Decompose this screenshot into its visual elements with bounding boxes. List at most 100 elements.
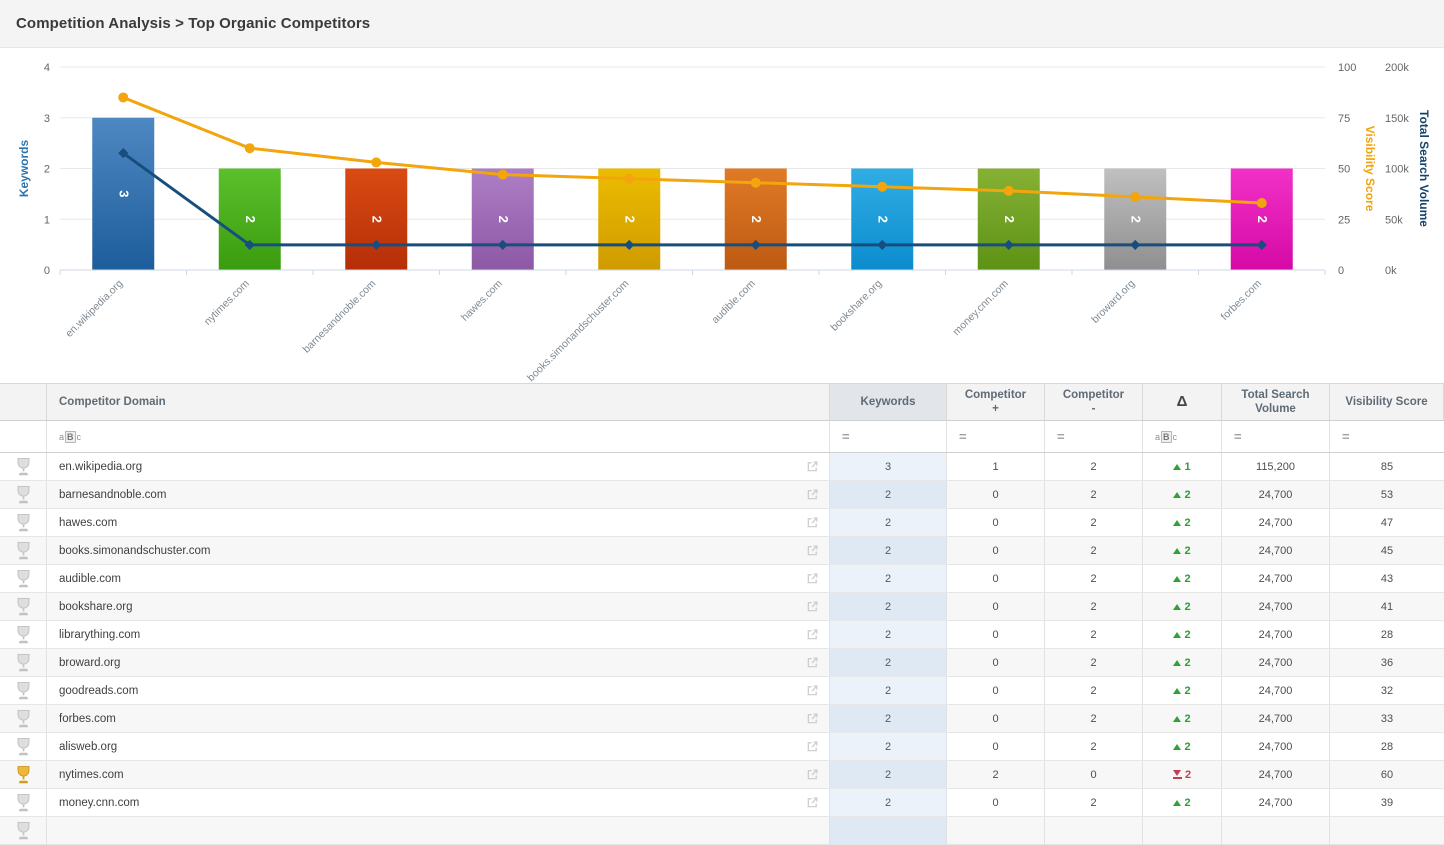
trophy-icon [15,485,32,504]
external-link-icon[interactable] [806,488,819,501]
visibility-point[interactable] [498,170,508,180]
competitor-minus-cell: 2 [1045,789,1143,816]
bar-value-label: 2 [1002,216,1017,223]
competitor-domain-cell[interactable]: nytimes.com [47,761,830,788]
header-competitor-minus[interactable]: Competitor - [1045,384,1143,420]
competitor-domain-cell[interactable]: alisweb.org [47,733,830,760]
visibility-point[interactable] [371,157,381,167]
total-search-volume-cell: 24,700 [1222,733,1330,760]
external-link-icon[interactable] [806,740,819,753]
keywords-cell: 2 [830,509,947,536]
competitor-domain-cell[interactable]: barnesandnoble.com [47,481,830,508]
competitors-chart: 0123402550751000k50k100k150k200kKeywords… [0,48,1444,383]
delta-value: 2 [1184,713,1190,725]
competitor-domain-cell[interactable]: money.cnn.com [47,789,830,816]
equals-filter-icon[interactable]: = [1057,429,1065,444]
competitor-domain-cell[interactable]: bookshare.org [47,593,830,620]
competitor-domain: bookshare.org [59,601,133,613]
competitor-domain-cell[interactable] [47,817,830,844]
competitor-domain-cell[interactable]: goodreads.com [47,677,830,704]
equals-filter-icon[interactable]: = [842,429,850,444]
filter-cell[interactable]: = [947,421,1045,452]
header-delta[interactable]: Δ [1143,384,1222,420]
delta-cell: 2 [1143,789,1222,816]
competitor-domain-cell[interactable]: hawes.com [47,509,830,536]
table-row [0,817,1444,845]
visibility-point[interactable] [1130,192,1140,202]
keywords-cell: 2 [830,677,947,704]
filter-cell[interactable]: = [830,421,947,452]
external-link-icon[interactable] [806,600,819,613]
keywords-cell: 2 [830,705,947,732]
filter-cell[interactable]: aBc [1143,421,1222,452]
x-axis-label: barnesandnoble.com [301,277,379,355]
competitor-plus-cell [947,817,1045,844]
competitor-domain-cell[interactable]: en.wikipedia.org [47,453,830,480]
visibility-point[interactable] [118,92,128,102]
header-keywords[interactable]: Keywords [830,384,947,420]
external-link-icon[interactable] [806,712,819,725]
filter-cell[interactable]: = [1045,421,1143,452]
delta-cell: 2 [1143,677,1222,704]
visibility-score-cell: 47 [1330,509,1444,536]
competitor-domain-cell[interactable]: audible.com [47,565,830,592]
filter-cell[interactable]: = [1222,421,1330,452]
external-link-icon[interactable] [806,684,819,697]
keywords-cell: 2 [830,649,947,676]
trophy-icon [15,765,32,784]
trophy-icon [15,457,32,476]
competitor-domain: nytimes.com [59,769,124,781]
competitor-domain-cell[interactable]: forbes.com [47,705,830,732]
visibility-point[interactable] [1004,186,1014,196]
delta-cell: 2 [1143,481,1222,508]
external-link-icon[interactable] [806,544,819,557]
delta-value: 2 [1184,573,1190,585]
external-link-icon[interactable] [806,768,819,781]
competitor-domain-cell[interactable]: librarything.com [47,621,830,648]
visibility-point[interactable] [1257,198,1267,208]
competitor-minus-cell: 2 [1045,509,1143,536]
header-total-search-volume[interactable]: Total Search Volume [1222,384,1330,420]
equals-filter-icon[interactable]: = [1342,429,1350,444]
equals-filter-icon[interactable]: = [959,429,967,444]
abc-filter-icon[interactable]: aBc [1155,432,1177,442]
filter-cell[interactable]: aBc [47,421,830,452]
bar-value-label: 2 [369,216,384,223]
trophy-cell [0,453,47,480]
visibility-axis-tick: 0 [1338,265,1344,277]
visibility-point[interactable] [245,143,255,153]
visibility-point[interactable] [624,174,634,184]
x-axis-label: broward.org [1089,278,1137,326]
delta-up-icon [1173,604,1181,610]
external-link-icon[interactable] [806,628,819,641]
competitor-domain-cell[interactable]: broward.org [47,649,830,676]
keywords-cell: 2 [830,537,947,564]
left-axis-tick: 2 [44,164,50,176]
page-header: Competition Analysis > Top Organic Compe… [0,0,1444,48]
trophy-cell [0,593,47,620]
header-visibility-score[interactable]: Visibility Score [1330,384,1444,420]
competitor-minus-cell: 2 [1045,649,1143,676]
external-link-icon[interactable] [806,572,819,585]
external-link-icon[interactable] [806,460,819,473]
competitor-domain: en.wikipedia.org [59,461,142,473]
visibility-point[interactable] [877,182,887,192]
trophy-icon [15,625,32,644]
abc-filter-icon[interactable]: aBc [59,432,81,442]
external-link-icon[interactable] [806,796,819,809]
competitor-minus-cell: 0 [1045,761,1143,788]
header-competitor-plus[interactable]: Competitor + [947,384,1045,420]
competitor-domain-cell[interactable]: books.simonandschuster.com [47,537,830,564]
delta-value: 2 [1184,517,1190,529]
trophy-icon [15,513,32,532]
table-row: alisweb.org 2 0 2 2 24,700 28 [0,733,1444,761]
equals-filter-icon[interactable]: = [1234,429,1242,444]
filter-cell[interactable]: = [1330,421,1444,452]
external-link-icon[interactable] [806,516,819,529]
visibility-point[interactable] [751,178,761,188]
header-competitor-domain[interactable]: Competitor Domain [47,384,830,420]
competitor-plus-cell: 0 [947,481,1045,508]
external-link-icon[interactable] [806,656,819,669]
delta-cell [1143,817,1222,844]
delta-cell: 2 [1143,733,1222,760]
